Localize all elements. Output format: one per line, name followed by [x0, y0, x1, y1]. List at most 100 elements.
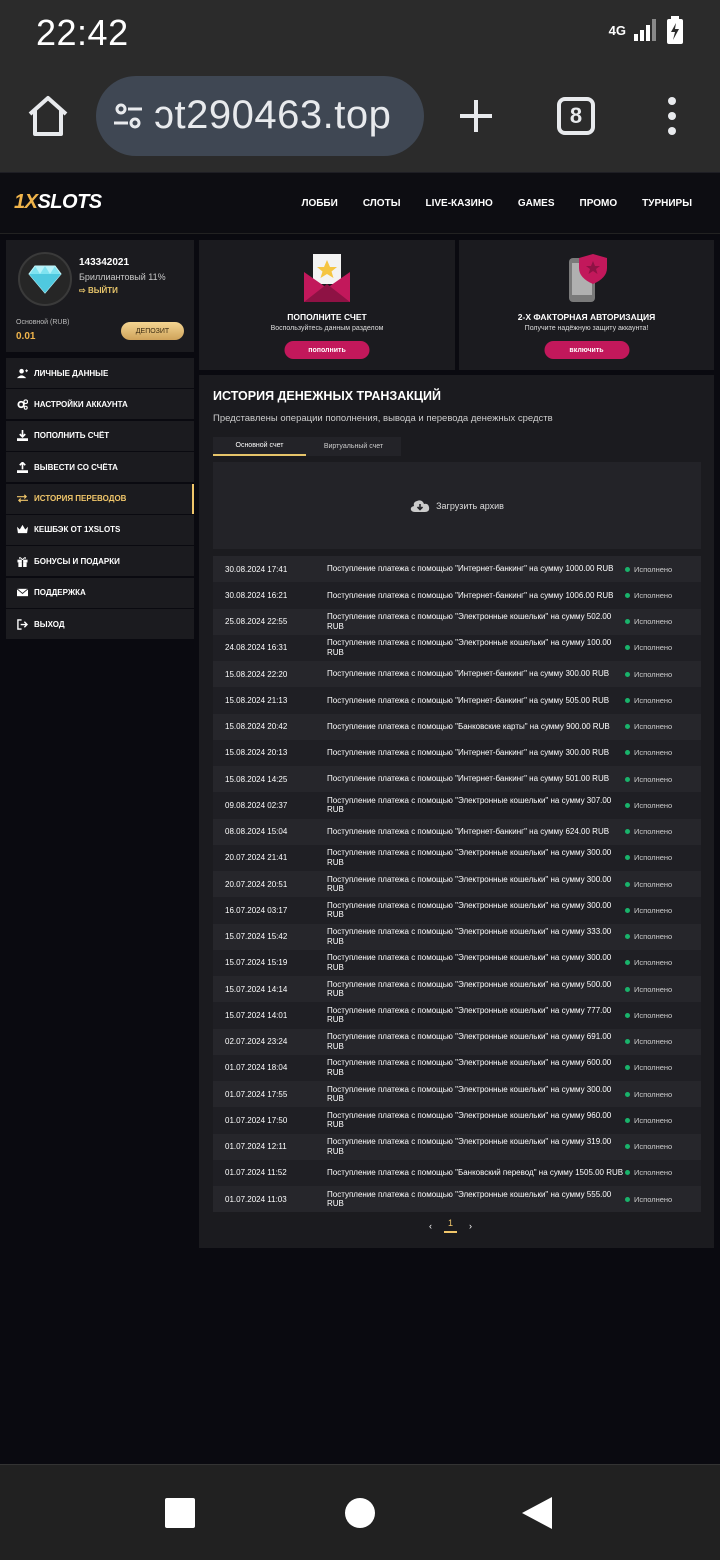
tx-date: 02.07.2024 23:24: [225, 1037, 288, 1047]
tx-description: Поступление платежа с помощью "Интернет-…: [327, 590, 614, 600]
tx-status-label: Исполнено: [634, 853, 673, 863]
twofa-promo-card: 2-Х ФАКТОРНАЯ АВТОРИЗАЦИЯ Получите надёж…: [459, 240, 714, 370]
crown-icon: [17, 525, 28, 534]
download-archive-button[interactable]: Загрузить архив: [213, 462, 701, 549]
table-row: 20.07.2024 21:41 Поступление платежа с по…: [213, 844, 701, 871]
tx-date: 16.07.2024 03:17: [225, 905, 288, 915]
tx-status-label: Исполнено: [634, 1010, 673, 1020]
tx-description: Поступление платежа с помощью "Электронн…: [327, 612, 612, 631]
tx-description: Поступление платежа с помощью "Электронн…: [327, 874, 612, 894]
tx-status-label: Исполнено: [634, 590, 673, 600]
status-dot-icon: [625, 960, 630, 966]
new-tab-icon[interactable]: [456, 96, 496, 136]
battery-charging-icon: [667, 16, 683, 44]
tx-status: Исполнено: [625, 643, 701, 652]
status-dot-icon: [625, 1039, 630, 1045]
table-row: 16.07.2024 03:17 Поступление платежа с по…: [213, 897, 701, 924]
sidebar-item-withdraw[interactable]: ВЫВЕСТИ СО СЧЁТА: [6, 452, 194, 483]
tx-description: Поступление платежа с помощью "Электронн…: [327, 953, 612, 972]
user-plus-icon: [17, 368, 28, 378]
transaction-history-panel: ИСТОРИЯ ДЕНЕЖНЫХ ТРАНЗАКЦИЙ Представлены…: [199, 375, 714, 1248]
tx-status: Исполнено: [625, 696, 701, 705]
table-row: 15.07.2024 15:19 Поступление платежа с по…: [213, 949, 701, 976]
tx-description: Поступление платежа с помощью "Банковски…: [327, 1168, 624, 1178]
tx-status: Исполнено: [625, 748, 701, 757]
next-page-button[interactable]: ›: [469, 1221, 472, 1231]
nav-live-casino[interactable]: LIVE-КАЗИНО: [425, 198, 492, 209]
sidebar-item-personal-data[interactable]: ЛИЧНЫЕ ДАННЫЕ: [6, 358, 194, 388]
sidebar-item-account-settings[interactable]: НАСТРОЙКИ АККАУНТА: [6, 389, 194, 420]
deposit-button[interactable]: ДЕПОЗИТ: [121, 322, 184, 340]
tx-date: 01.07.2024 11:52: [225, 1168, 287, 1178]
sidebar-item-label: КЕШБЭК ОТ 1XSLOTS: [34, 525, 121, 535]
prev-page-button[interactable]: ‹: [429, 1221, 432, 1231]
sidebar-item-support[interactable]: ПОДДЕРЖКА: [6, 577, 194, 608]
nav-slots[interactable]: СЛОТЫ: [363, 198, 401, 209]
tx-description: Поступление платежа с помощью "Интернет-…: [327, 826, 610, 836]
tab-switcher-button[interactable]: 8: [557, 97, 595, 135]
tx-description: Поступление платежа с помощью "Электронн…: [327, 1032, 612, 1051]
table-row: 01.07.2024 17:50 Поступление платежа с по…: [213, 1107, 701, 1134]
more-menu-icon[interactable]: [662, 96, 682, 136]
recents-icon[interactable]: [165, 1498, 195, 1528]
url-text: ɔt290463.top: [154, 93, 392, 137]
tab-virtual-account[interactable]: Виртуальный счет: [306, 437, 401, 456]
twofa-enable-button[interactable]: включить: [544, 341, 629, 359]
home-icon[interactable]: [26, 94, 70, 138]
nav-promo[interactable]: ПРОМО: [580, 198, 618, 209]
table-row: 15.08.2024 14:25 Поступление платежа с по…: [213, 766, 701, 793]
deposit-card-button[interactable]: пополнить: [284, 341, 370, 359]
site-settings-icon[interactable]: [112, 100, 144, 132]
tx-status-label: Исполнено: [634, 905, 673, 915]
account-label: Основной (RUB): [16, 319, 70, 326]
tx-description: Поступление платежа с помощью "Интернет-…: [327, 774, 610, 784]
tx-status-label: Исполнено: [634, 932, 673, 942]
status-dot-icon: [625, 1065, 630, 1071]
sidebar-item-label: БОНУСЫ И ПОДАРКИ: [34, 556, 120, 566]
status-dot-icon: [625, 671, 630, 677]
status-dot-icon: [625, 1117, 630, 1123]
address-bar[interactable]: ɔt290463.top: [96, 76, 424, 156]
logout-link[interactable]: ⇨ ВЫЙТИ: [79, 286, 118, 295]
tx-status: Исполнено: [625, 670, 701, 679]
tx-status: Исполнено: [625, 1037, 701, 1046]
sidebar-item-cashback[interactable]: КЕШБЭК ОТ 1XSLOTS: [6, 514, 194, 545]
table-row: 15.07.2024 15:42 Поступление платежа с по…: [213, 923, 701, 950]
pagination: ‹ 1 ›: [429, 1218, 472, 1233]
upload-icon: [17, 461, 28, 473]
tx-date: 20.07.2024 20:51: [225, 879, 288, 889]
tx-status: Исполнено: [625, 1063, 701, 1072]
tx-description: Поступление платежа с помощью "Электронн…: [327, 638, 612, 657]
sidebar: 143342021 Бриллиантовый 11% ⇨ ВЫЙТИ Осно…: [6, 240, 194, 640]
back-icon[interactable]: [522, 1497, 552, 1529]
sidebar-item-bonuses[interactable]: БОНУСЫ И ПОДАРКИ: [6, 546, 194, 577]
tx-status-label: Исполнено: [634, 1194, 673, 1204]
table-row: 30.08.2024 16:21 Поступление платежа с по…: [213, 582, 701, 609]
sidebar-item-deposit[interactable]: ПОПОЛНИТЬ СЧЁТ: [6, 420, 194, 451]
site-logo[interactable]: 1XSLOTS: [14, 191, 102, 214]
nav-games[interactable]: GAMES: [518, 198, 555, 209]
page-number[interactable]: 1: [444, 1218, 458, 1233]
table-row: 02.07.2024 23:24 Поступление платежа с по…: [213, 1028, 701, 1055]
table-row: 01.07.2024 11:03 Поступление платежа с по…: [213, 1186, 701, 1213]
home-nav-icon[interactable]: [345, 1498, 375, 1528]
tx-status-label: Исполнено: [634, 1037, 673, 1047]
sidebar-item-transfer-history[interactable]: ИСТОРИЯ ПЕРЕВОДОВ: [6, 483, 194, 514]
tx-status: Исполнено: [625, 853, 701, 862]
tx-description: Поступление платежа с помощью "Электронн…: [327, 1005, 612, 1025]
sidebar-item-label: ПОДДЕРЖКА: [34, 588, 86, 598]
sidebar-item-logout[interactable]: ВЫХОД: [6, 609, 194, 640]
profile-card: 143342021 Бриллиантовый 11% ⇨ ВЫЙТИ Осно…: [6, 240, 194, 352]
page-subtitle: Представлены операции пополнения, вывода…: [213, 413, 553, 424]
tx-date: 01.07.2024 12:11: [225, 1142, 287, 1152]
table-row: 15.07.2024 14:14 Поступление платежа с по…: [213, 976, 701, 1003]
tx-description: Поступление платежа с помощью "Электронн…: [327, 1137, 612, 1156]
tx-status-label: Исполнено: [634, 800, 673, 810]
signal-icon: [634, 19, 656, 41]
nav-lobby[interactable]: ЛОББИ: [301, 198, 337, 209]
nav-tournaments[interactable]: ТУРНИРЫ: [642, 198, 692, 209]
tx-status: Исполнено: [625, 827, 701, 836]
gift-icon: [17, 556, 28, 567]
status-icons: 4G: [609, 16, 684, 44]
tab-main-account[interactable]: Основной счет: [213, 437, 306, 456]
